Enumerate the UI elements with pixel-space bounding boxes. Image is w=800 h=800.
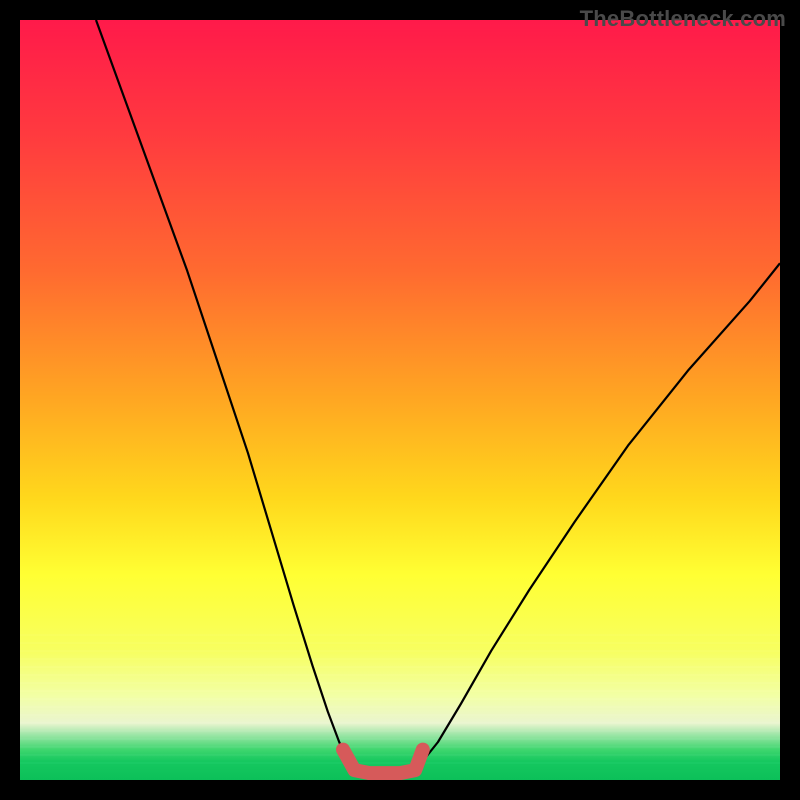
series-right-branch — [415, 263, 780, 771]
series-bottom-highlight — [343, 750, 423, 774]
series-left-branch — [96, 20, 354, 771]
plot-area — [20, 20, 780, 780]
watermark-text: TheBottleneck.com — [580, 6, 786, 32]
curve-layer — [20, 20, 780, 780]
chart-frame: TheBottleneck.com — [0, 0, 800, 800]
